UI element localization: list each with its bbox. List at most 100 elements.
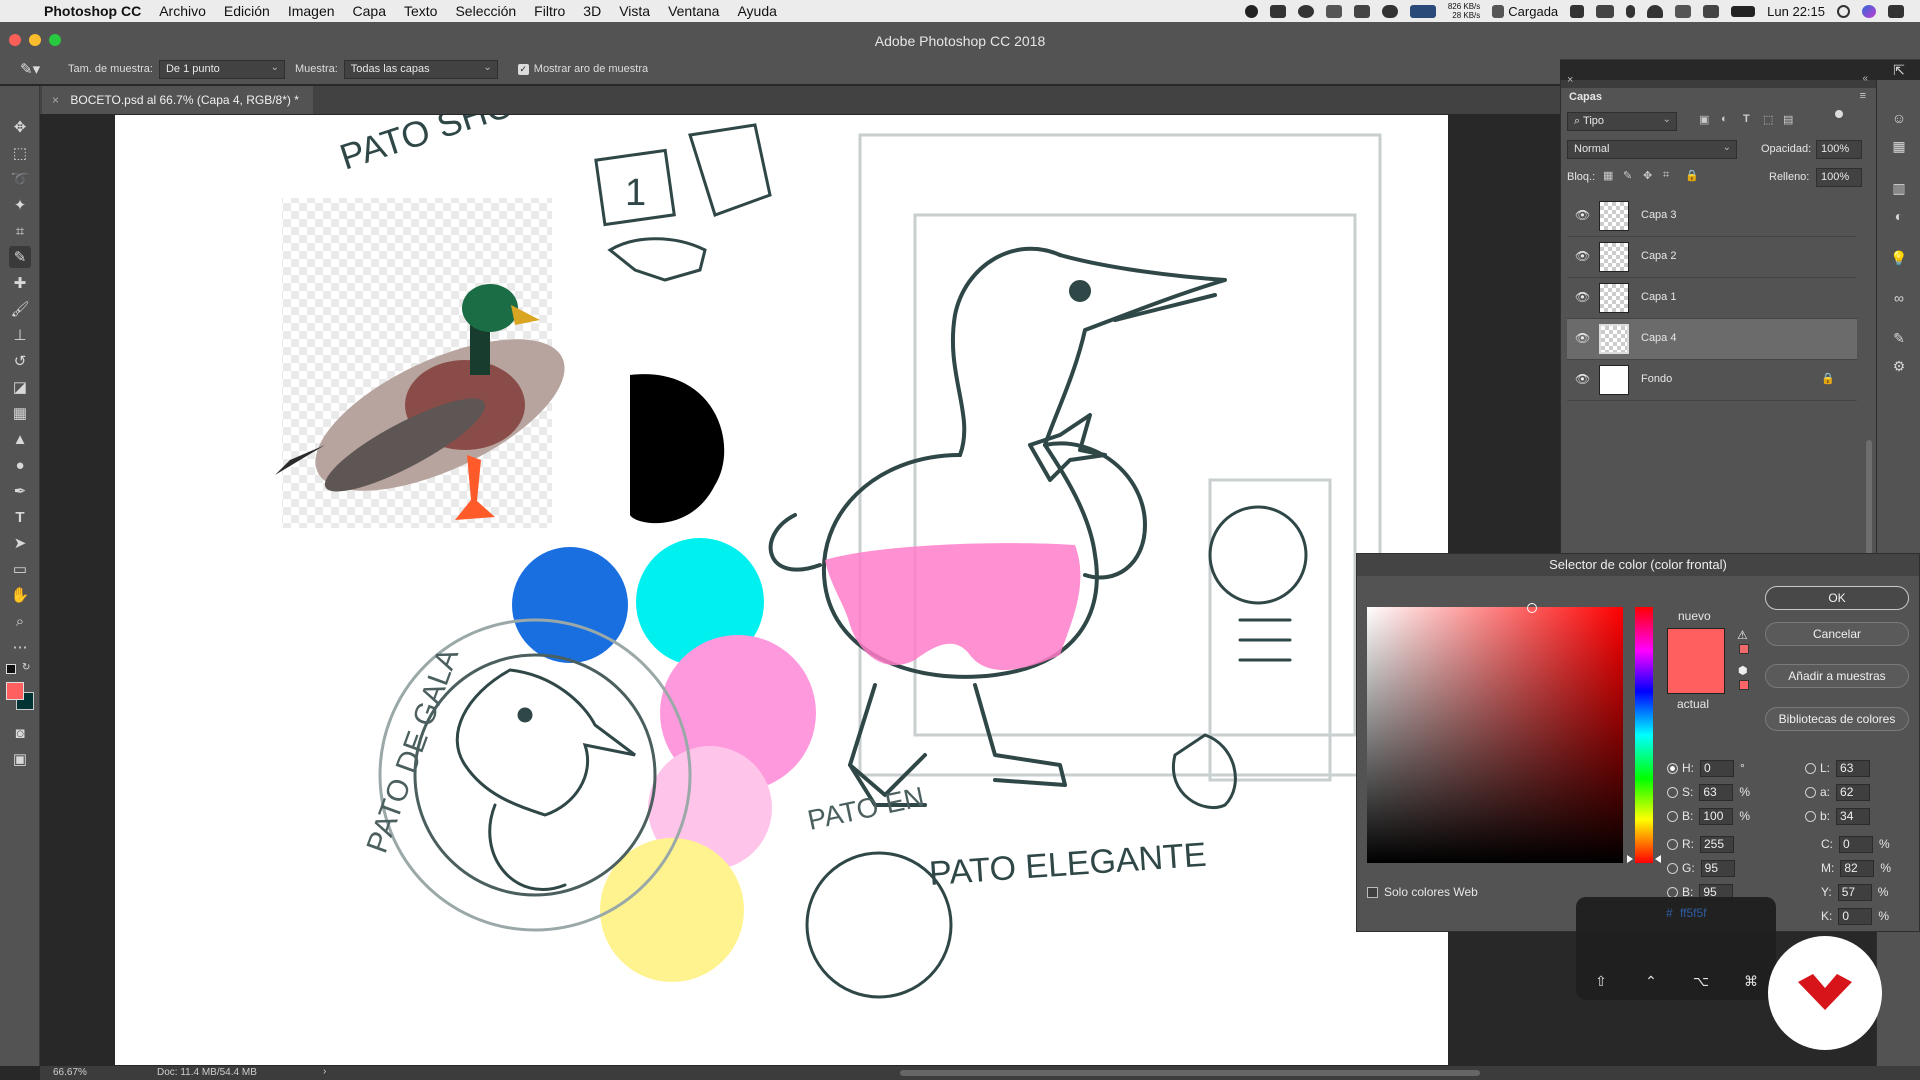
swap-colors-icon[interactable]: ↻ bbox=[22, 662, 30, 673]
sample-layers-dropdown[interactable]: Todas las capas ⌄ bbox=[343, 59, 498, 79]
zoom-tool-icon[interactable]: ⌕ bbox=[9, 610, 31, 632]
hue-slider[interactable] bbox=[1627, 607, 1661, 863]
layer-row-capa-4[interactable]: 👁 Capa 4 bbox=[1567, 319, 1857, 360]
eye-visibility-icon[interactable]: 👁 bbox=[1575, 290, 1590, 304]
horizontal-scrollbar[interactable] bbox=[900, 1070, 1480, 1076]
document-tab[interactable]: × BOCETO.psd al 66.7% (Capa 4, RGB/8*) * bbox=[42, 86, 313, 114]
blur-tool-icon[interactable]: ▲ bbox=[9, 428, 31, 450]
lock-position-icon[interactable]: ✥ bbox=[1643, 169, 1652, 182]
gradient-tool-icon[interactable]: ▦ bbox=[9, 402, 31, 424]
airplay-icon[interactable] bbox=[1675, 4, 1692, 18]
magic-wand-tool-icon[interactable]: ✦ bbox=[9, 194, 31, 216]
close-tab-icon[interactable]: × bbox=[52, 93, 59, 107]
lab-a-radio[interactable] bbox=[1805, 786, 1816, 798]
menu-filtro[interactable]: Filtro bbox=[534, 3, 565, 19]
hex-input[interactable]: ff5f5f bbox=[1680, 906, 1706, 920]
keyboard-shortcut-icon[interactable] bbox=[1269, 4, 1286, 18]
default-colors-icon[interactable] bbox=[6, 664, 16, 674]
filter-type-icon[interactable]: T bbox=[1743, 113, 1750, 125]
fill-field[interactable]: 100% bbox=[1816, 168, 1862, 187]
spotlight-search-icon[interactable] bbox=[1837, 4, 1850, 18]
cyan-input[interactable]: 0 bbox=[1839, 835, 1873, 853]
adjustments-panel-icon[interactable]: ◐ bbox=[1889, 208, 1909, 228]
blend-mode-dropdown[interactable]: Normal ⌄ bbox=[1567, 140, 1737, 159]
layer-filter-dropdown[interactable]: ⌕ Tipo ⌄ bbox=[1567, 112, 1677, 131]
saturation-brightness-field[interactable] bbox=[1367, 603, 1623, 863]
screen-mode-icon[interactable]: ▣ bbox=[9, 748, 31, 770]
filter-smart-object-icon[interactable]: ▤ bbox=[1783, 113, 1793, 126]
hue-radio[interactable] bbox=[1667, 762, 1678, 774]
sample-size-dropdown[interactable]: De 1 punto ⌄ bbox=[158, 59, 285, 79]
dodge-tool-icon[interactable]: ● bbox=[9, 454, 31, 476]
siri-icon[interactable] bbox=[1862, 4, 1876, 18]
add-to-swatches-button[interactable]: Añadir a muestras bbox=[1765, 664, 1909, 688]
lab-b-input[interactable]: 34 bbox=[1836, 807, 1871, 825]
red-radio[interactable] bbox=[1667, 838, 1678, 850]
properties-panel-icon[interactable]: ▥ bbox=[1889, 180, 1909, 200]
creative-cloud-libraries-icon[interactable]: ∞ bbox=[1889, 290, 1909, 310]
libraries-panel-icon[interactable]: ▦ bbox=[1889, 138, 1909, 158]
menu-texto[interactable]: Texto bbox=[404, 3, 437, 19]
menu-imagen[interactable]: Imagen bbox=[288, 3, 335, 19]
document-canvas[interactable]: PATO SHORT 1 PATO DE GALA PATO EN PATO E… bbox=[115, 115, 1448, 1065]
layer-row-capa-2[interactable]: 👁 Capa 2 bbox=[1567, 237, 1857, 278]
current-color-swatch[interactable] bbox=[1668, 661, 1724, 693]
bluetooth-icon[interactable] bbox=[1626, 4, 1636, 18]
expand-panels-icon[interactable]: ⇱ bbox=[1889, 62, 1909, 82]
eye-visibility-icon[interactable]: 👁 bbox=[1575, 372, 1590, 386]
type-tool-icon[interactable]: T bbox=[9, 506, 31, 528]
lasso-tool-icon[interactable]: ➰ bbox=[9, 168, 31, 190]
cpu-monitor-icon[interactable] bbox=[1409, 4, 1436, 18]
spot-healing-tool-icon[interactable]: ✚ bbox=[9, 272, 31, 294]
sync-icon[interactable] bbox=[1325, 4, 1342, 18]
cloud-upload-icon[interactable] bbox=[1381, 4, 1398, 18]
brightness-radio[interactable] bbox=[1667, 810, 1678, 822]
lab-b-radio[interactable] bbox=[1805, 810, 1816, 822]
volume-icon[interactable] bbox=[1703, 4, 1720, 18]
status-menu-chevron-icon[interactable]: › bbox=[323, 1066, 326, 1077]
lock-pixels-icon[interactable]: ✎ bbox=[1623, 169, 1632, 182]
pen-tool-icon[interactable]: ✒ bbox=[9, 480, 31, 502]
lock-artboard-icon[interactable]: ⌗ bbox=[1663, 169, 1669, 182]
clone-stamp-tool-icon[interactable]: ⊥ bbox=[9, 324, 31, 346]
layer-row-fondo[interactable]: 👁 Fondo 🔒 bbox=[1567, 360, 1857, 401]
hue-slider-left-arrow-icon[interactable] bbox=[1627, 855, 1633, 863]
show-sampling-ring-checkbox[interactable]: ✓ bbox=[517, 63, 529, 75]
crop-tool-icon[interactable]: ⌗ bbox=[9, 220, 31, 242]
saturation-input[interactable]: 63 bbox=[1699, 783, 1734, 801]
menu-archivo[interactable]: Archivo bbox=[159, 3, 206, 19]
menu-ayuda[interactable]: Ayuda bbox=[737, 3, 776, 19]
dropbox-icon[interactable] bbox=[1353, 4, 1370, 18]
menu-3d[interactable]: 3D bbox=[583, 3, 601, 19]
creative-cloud-icon[interactable] bbox=[1297, 4, 1314, 18]
menu-ventana[interactable]: Ventana bbox=[668, 3, 719, 19]
layer-row-capa-3[interactable]: 👁 Capa 3 bbox=[1567, 196, 1857, 237]
layer-row-capa-1[interactable]: 👁 Capa 1 bbox=[1567, 278, 1857, 319]
tab-layers[interactable]: Capas bbox=[1561, 88, 1611, 108]
color-field-marker[interactable] bbox=[1527, 603, 1537, 613]
cancel-button[interactable]: Cancelar bbox=[1765, 622, 1909, 646]
monitor-icon[interactable] bbox=[1570, 4, 1585, 18]
color-libraries-button[interactable]: Bibliotecas de colores bbox=[1765, 707, 1909, 731]
red-input[interactable]: 255 bbox=[1700, 835, 1734, 853]
menu-capa[interactable]: Capa bbox=[353, 3, 386, 19]
brush-settings-icon[interactable]: ✎ bbox=[1889, 330, 1909, 350]
lock-all-icon[interactable]: 🔒 bbox=[1685, 169, 1699, 182]
menu-app-name[interactable]: Photoshop CC bbox=[44, 3, 141, 19]
history-brush-tool-icon[interactable]: ↺ bbox=[9, 350, 31, 372]
lock-transparent-icon[interactable]: ▦ bbox=[1603, 169, 1613, 182]
zoom-level[interactable]: 66.67% bbox=[53, 1067, 87, 1078]
eraser-tool-icon[interactable]: ◪ bbox=[9, 376, 31, 398]
yellow-input[interactable]: 57 bbox=[1837, 883, 1872, 901]
green-radio[interactable] bbox=[1667, 862, 1678, 874]
web-safe-color-chip[interactable] bbox=[1739, 680, 1749, 690]
filter-pixel-icon[interactable]: ▣ bbox=[1699, 113, 1709, 126]
blue-radio[interactable] bbox=[1667, 886, 1678, 898]
eye-visibility-icon[interactable]: 👁 bbox=[1575, 331, 1590, 345]
panel-menu-icon[interactable]: ≡ bbox=[1860, 90, 1866, 102]
lab-a-input[interactable]: 62 bbox=[1836, 783, 1871, 801]
record-icon[interactable] bbox=[1244, 4, 1258, 18]
wifi-icon[interactable] bbox=[1647, 4, 1664, 18]
black-input[interactable]: 0 bbox=[1838, 907, 1873, 925]
keyboard-icon[interactable] bbox=[1596, 4, 1615, 18]
